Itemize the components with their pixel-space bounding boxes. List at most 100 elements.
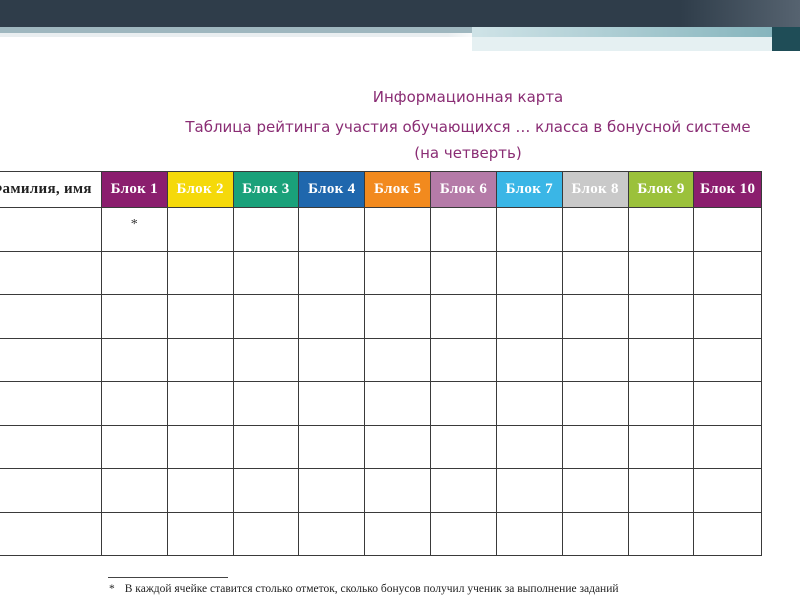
- student-name-cell[interactable]: [0, 250, 102, 295]
- student-name-cell[interactable]: [0, 468, 102, 513]
- bonus-cell-block-6[interactable]: [430, 337, 497, 382]
- bonus-cell-block-7[interactable]: [495, 207, 563, 252]
- bonus-cell-block-4[interactable]: [298, 381, 366, 426]
- bonus-cell-block-7[interactable]: [495, 294, 563, 339]
- bonus-cell-block-9[interactable]: [627, 337, 695, 382]
- bonus-cell-block-4[interactable]: [298, 337, 366, 382]
- bonus-cell-block-7[interactable]: [495, 250, 563, 295]
- student-name-cell[interactable]: [0, 424, 102, 469]
- bonus-cell-block-2[interactable]: [166, 250, 234, 295]
- bonus-cell-block-9[interactable]: [627, 207, 695, 252]
- bonus-cell-block-1[interactable]: [100, 337, 168, 382]
- bonus-cell-block-5[interactable]: [364, 250, 432, 295]
- bonus-cell-block-7[interactable]: [495, 511, 563, 556]
- bonus-cell-block-4[interactable]: [298, 424, 366, 469]
- bonus-cell-block-1[interactable]: [100, 250, 168, 295]
- bonus-cell-block-3[interactable]: [232, 250, 300, 295]
- bonus-cell-block-3[interactable]: [232, 468, 300, 513]
- bonus-cell-block-3[interactable]: [232, 294, 300, 339]
- bonus-cell-block-3[interactable]: [232, 337, 300, 382]
- bonus-cell-block-8[interactable]: [561, 511, 629, 556]
- bonus-cell-block-5[interactable]: [364, 381, 432, 426]
- block-column-header-8: Блок 8: [561, 171, 629, 208]
- student-name-cell[interactable]: [0, 381, 102, 426]
- bonus-cell-block-2[interactable]: [166, 207, 234, 252]
- student-name-cell[interactable]: [0, 337, 102, 382]
- bonus-cell-block-3[interactable]: [232, 207, 300, 252]
- rating-table-viewport: Фамилия, имя Блок 1Блок 2Блок 3Блок 4Бло…: [0, 171, 800, 557]
- bonus-cell-block-7[interactable]: [495, 468, 563, 513]
- bonus-cell-block-9[interactable]: [627, 468, 695, 513]
- bonus-cell-block-10[interactable]: [693, 381, 762, 426]
- footnote-star: *: [109, 583, 115, 595]
- footnote-marker: *: [130, 217, 138, 233]
- bonus-cell-block-8[interactable]: [561, 381, 629, 426]
- block-column-header-9: Блок 9: [627, 171, 695, 208]
- bonus-cell-block-9[interactable]: [627, 424, 695, 469]
- bonus-cell-block-4[interactable]: [298, 207, 366, 252]
- bonus-cell-block-1[interactable]: [100, 294, 168, 339]
- table-row: *: [0, 207, 762, 252]
- bonus-cell-block-10[interactable]: [693, 468, 762, 513]
- bonus-cell-block-8[interactable]: [561, 337, 629, 382]
- bonus-cell-block-5[interactable]: [364, 468, 432, 513]
- bonus-cell-block-6[interactable]: [430, 468, 497, 513]
- bonus-cell-block-2[interactable]: [166, 511, 234, 556]
- bonus-cell-block-9[interactable]: [627, 381, 695, 426]
- bonus-cell-block-2[interactable]: [166, 468, 234, 513]
- bonus-cell-block-3[interactable]: [232, 511, 300, 556]
- bonus-cell-block-8[interactable]: [561, 250, 629, 295]
- bonus-cell-block-7[interactable]: [495, 424, 563, 469]
- bonus-cell-block-8[interactable]: [561, 207, 629, 252]
- bonus-cell-block-1[interactable]: [100, 424, 168, 469]
- bonus-cell-block-9[interactable]: [627, 511, 695, 556]
- bonus-cell-block-1[interactable]: [100, 511, 168, 556]
- bonus-cell-block-7[interactable]: [495, 337, 563, 382]
- bonus-cell-block-6[interactable]: [430, 250, 497, 295]
- bonus-cell-block-5[interactable]: [364, 207, 432, 252]
- student-name-cell[interactable]: [0, 511, 102, 556]
- student-name-cell[interactable]: [0, 207, 102, 252]
- bonus-cell-block-6[interactable]: [430, 294, 497, 339]
- bonus-cell-block-8[interactable]: [561, 294, 629, 339]
- bonus-cell-block-10[interactable]: [693, 424, 762, 469]
- bonus-cell-block-4[interactable]: [298, 511, 366, 556]
- block-column-header-6: Блок 6: [430, 171, 497, 208]
- bonus-cell-block-10[interactable]: [693, 511, 762, 556]
- bonus-cell-block-6[interactable]: [430, 207, 497, 252]
- bonus-cell-block-10[interactable]: [693, 337, 762, 382]
- bonus-cell-block-3[interactable]: [232, 424, 300, 469]
- table-row: [0, 337, 762, 382]
- bonus-cell-block-1[interactable]: [100, 381, 168, 426]
- student-name-cell[interactable]: [0, 294, 102, 339]
- bonus-cell-block-6[interactable]: [430, 424, 497, 469]
- bonus-cell-block-1[interactable]: [100, 468, 168, 513]
- bonus-cell-block-6[interactable]: [430, 511, 497, 556]
- bonus-cell-block-6[interactable]: [430, 381, 497, 426]
- bonus-cell-block-2[interactable]: [166, 294, 234, 339]
- bonus-cell-block-9[interactable]: [627, 250, 695, 295]
- bonus-cell-block-2[interactable]: [166, 424, 234, 469]
- bonus-cell-block-9[interactable]: [627, 294, 695, 339]
- bonus-cell-block-2[interactable]: [166, 381, 234, 426]
- bonus-cell-block-7[interactable]: [495, 381, 563, 426]
- bonus-cell-block-5[interactable]: [364, 337, 432, 382]
- bonus-cell-block-3[interactable]: [232, 381, 300, 426]
- bonus-cell-block-10[interactable]: [693, 207, 762, 252]
- bonus-cell-block-5[interactable]: [364, 511, 432, 556]
- bonus-cell-block-8[interactable]: [561, 468, 629, 513]
- bonus-cell-block-10[interactable]: [693, 294, 762, 339]
- table-row: [0, 381, 762, 426]
- footnote-text: В каждой ячейке ставится столько отметок…: [124, 583, 619, 595]
- bonus-cell-block-2[interactable]: [166, 337, 234, 382]
- bonus-cell-block-1[interactable]: *: [100, 207, 168, 252]
- bonus-cell-block-4[interactable]: [298, 468, 366, 513]
- slide-accent-notch: [472, 27, 800, 37]
- bonus-cell-block-4[interactable]: [298, 250, 366, 295]
- table-row: [0, 250, 762, 295]
- bonus-cell-block-5[interactable]: [364, 424, 432, 469]
- bonus-cell-block-4[interactable]: [298, 294, 366, 339]
- bonus-cell-block-5[interactable]: [364, 294, 432, 339]
- bonus-cell-block-8[interactable]: [561, 424, 629, 469]
- bonus-cell-block-10[interactable]: [693, 250, 762, 295]
